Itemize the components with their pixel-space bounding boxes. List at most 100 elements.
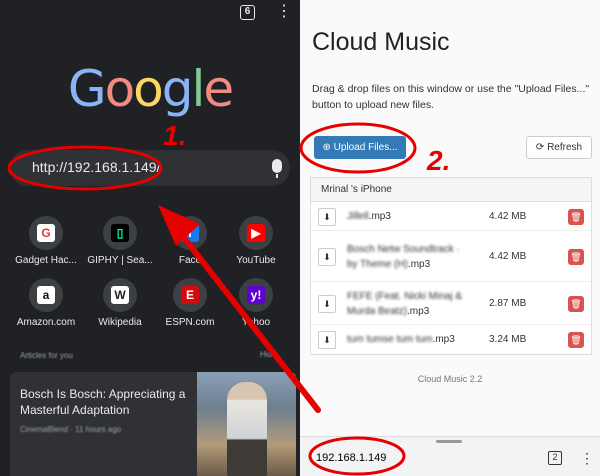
download-button[interactable]: ⬇ [318, 247, 336, 266]
microphone-stand [276, 174, 278, 178]
file-size: 3.24 MB [489, 333, 527, 345]
download-icon: ⬇ [323, 251, 331, 262]
shortcut-label: ESPN.com [165, 317, 215, 328]
device-name: Mrinal 's iPhone [311, 178, 591, 202]
youtube-icon: ▶ [247, 224, 265, 242]
articles-hide-link[interactable]: Hide [260, 350, 276, 359]
shortcut-tile[interactable]: a Amazon.com [8, 278, 84, 328]
shortcut-tile[interactable]: f Face [152, 216, 228, 266]
bottom-tab-switcher-button[interactable]: 2 [548, 451, 562, 465]
google-logo-letter: o [104, 60, 136, 118]
drag-handle[interactable] [436, 440, 462, 443]
amazon-icon: a [37, 286, 55, 304]
file-extension: .mp3 [432, 333, 455, 345]
file-extension: .mp3 [407, 258, 431, 270]
delete-button[interactable]: 🗑 [568, 295, 584, 312]
wikipedia-icon: W [111, 286, 129, 304]
shortcut-label: Gadget Hac... [15, 255, 77, 266]
file-name-blurred: FEFE (Feat. Nicki Minaj & Murda Beatz) [347, 290, 463, 317]
file-row: ⬇ Bosch Netw Soundtrack · by Theme (H).mp… [311, 231, 591, 282]
shortcut-icon-circle: a [29, 278, 63, 312]
delete-button[interactable]: 🗑 [568, 208, 584, 225]
upload-files-label: Upload Files... [333, 142, 398, 153]
espn-icon: E [181, 286, 199, 304]
article-meta: CinemaBlend · 11 hours ago [20, 425, 122, 434]
article-thumbnail[interactable] [197, 372, 296, 476]
chrome-new-tab-panel: 6 ⋮ Google http://192.168.1.149/ G Gadget… [0, 0, 300, 476]
page-description: Drag & drop files on this window or use … [312, 83, 590, 111]
upload-files-button[interactable]: ⊕ Upload Files... [314, 136, 406, 159]
article-card[interactable]: Bosch Is Bosch: Appreciating a Masterful… [10, 372, 296, 476]
file-size: 4.42 MB [489, 210, 527, 222]
delete-button[interactable]: 🗑 [568, 248, 584, 265]
file-row: ⬇ FEFE (Feat. Nicki Minaj & Murda Beatz).… [311, 282, 591, 325]
file-row: ⬇ tum tumse tum tum.mp3 3.24 MB 🗑 [311, 325, 591, 354]
upload-icon: ⊕ [322, 142, 334, 153]
download-button[interactable]: ⬇ [318, 207, 336, 226]
file-name: Bosch Netw Soundtrack · by Theme (H).mp3 [347, 242, 467, 272]
shortcut-tile[interactable]: G Gadget Hac... [8, 216, 84, 266]
file-name: FEFE (Feat. Nicki Minaj & Murda Beatz).m… [347, 289, 467, 319]
google-logo-letter: o [133, 60, 164, 118]
download-button[interactable]: ⬇ [318, 294, 336, 313]
file-name-blurred: Bosch Netw Soundtrack · by Theme (H) [347, 243, 460, 270]
tab-switcher-button[interactable]: 6 [240, 5, 255, 20]
omnibox-url-text[interactable]: http://192.168.1.149/ [32, 159, 160, 175]
cloud-music-panel: Cloud Music Drag & drop files on this wi… [300, 0, 600, 476]
microphone-icon[interactable] [272, 159, 282, 173]
shortcut-tile[interactable]: ▶ YouTube [218, 216, 294, 266]
facebook-icon: f [181, 224, 199, 242]
step-1-label: 1. [163, 120, 187, 151]
file-name-blurred: Jillell [347, 210, 369, 222]
refresh-icon: ⟳ [535, 142, 548, 153]
google-logo-letter: e [203, 60, 234, 118]
articles-heading: Articles for you [20, 351, 73, 360]
file-name: tum tumse tum tum.mp3 [347, 332, 467, 347]
delete-button[interactable]: 🗑 [568, 331, 584, 348]
shortcut-tile[interactable]: W Wikipedia [82, 278, 158, 328]
download-icon: ⬇ [323, 334, 331, 345]
google-logo-letter: G [67, 60, 107, 118]
trash-icon: 🗑 [570, 251, 582, 262]
file-size: 4.42 MB [489, 250, 527, 262]
refresh-label: Refresh [547, 142, 583, 153]
shortcut-tile[interactable]: y! Yahoo [218, 278, 294, 328]
omnibox[interactable]: http://192.168.1.149/ [10, 150, 290, 186]
bottom-url-text[interactable]: 192.168.1.149 [316, 452, 386, 464]
shortcut-icon-circle: ▯ [103, 216, 137, 250]
bottom-menu-kebab-icon[interactable]: ⋮ [580, 450, 594, 467]
trash-icon: 🗑 [570, 211, 582, 222]
file-row: ⬇ Jillell.mp3 4.42 MB 🗑 [311, 202, 591, 231]
menu-kebab-icon[interactable]: ⋮ [276, 4, 292, 20]
giphy-icon: ▯ [111, 224, 129, 242]
shortcut-icon-circle: G [29, 216, 63, 250]
shortcut-icon-circle: ▶ [239, 216, 273, 250]
download-button[interactable]: ⬇ [318, 330, 336, 349]
shortcut-label: GIPHY | Sea... [87, 255, 153, 266]
shortcut-label: Amazon.com [16, 317, 76, 328]
refresh-button[interactable]: ⟳ Refresh [526, 136, 592, 159]
app-version-footer: Cloud Music 2.2 [417, 374, 483, 384]
shortcut-icon-circle: f [173, 216, 207, 250]
step-2-label: 2. [427, 145, 451, 176]
google-logo-letter: l [191, 60, 206, 118]
file-list: ⬇ Jillell.mp3 4.42 MB 🗑 ⬇ Bosch Netw Soundtra… [311, 202, 591, 354]
shortcut-tile[interactable]: E ESPN.com [152, 278, 228, 328]
download-icon: ⬇ [323, 211, 331, 222]
article-title[interactable]: Bosch Is Bosch: Appreciating a Masterful… [20, 386, 195, 418]
page-title: Cloud Music [312, 28, 450, 56]
file-extension: .mp3 [368, 210, 391, 222]
google-logo-letter: g [161, 60, 194, 118]
shortcut-label: Wikipedia [98, 317, 142, 328]
device-panel: Mrinal 's iPhone ⬇ Jillell.mp3 4.42 MB 🗑 ⬇ Bo… [310, 177, 592, 355]
file-extension: .mp3 [407, 305, 430, 317]
download-icon: ⬇ [323, 298, 331, 309]
file-name-blurred: tum tumse tum tum [347, 333, 433, 345]
article-thumbnail-person [227, 382, 267, 476]
yahoo-icon: y! [247, 286, 265, 304]
google-logo: Google [0, 60, 300, 118]
trash-icon: 🗑 [570, 334, 582, 345]
trash-icon: 🗑 [570, 298, 582, 309]
shortcut-tile[interactable]: ▯ GIPHY | Sea... [82, 216, 158, 266]
shortcut-icon-circle: E [173, 278, 207, 312]
